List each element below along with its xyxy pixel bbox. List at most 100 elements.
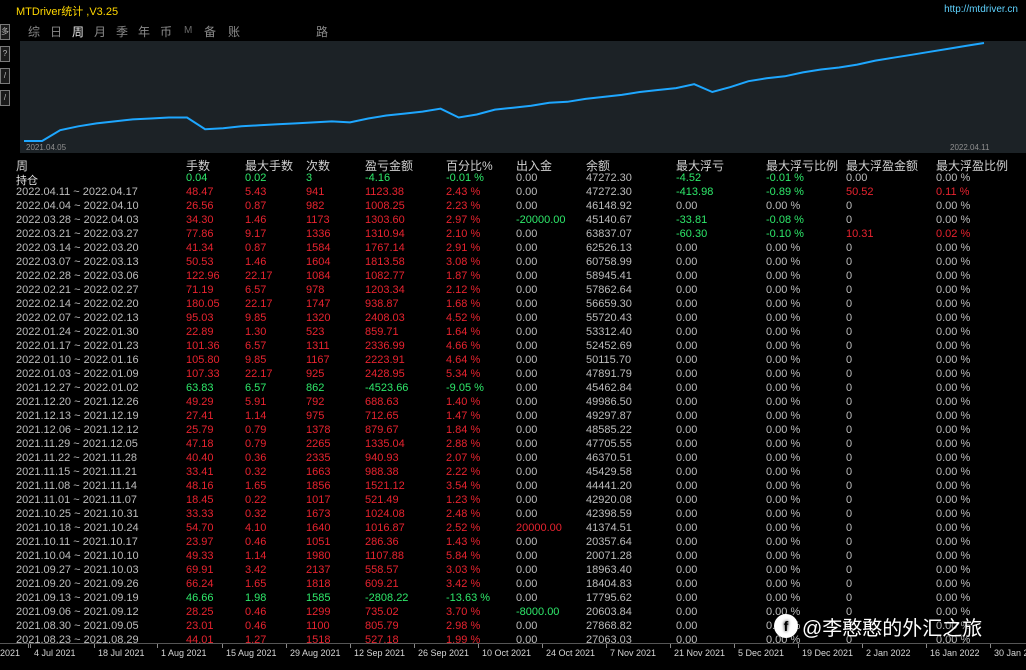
table-cell-lots: 48.47 — [186, 186, 214, 198]
table-cell-max_fp: 0 — [846, 466, 853, 478]
axis-tick-mark — [350, 644, 351, 648]
table-cell-max_fp_pct: 0.00 % — [936, 424, 971, 436]
table-cell-max_lots: 5.43 — [245, 186, 267, 198]
table-cell-max_fp_pct: 0.00 % — [936, 494, 971, 506]
table-cell-max_dd: 0.00 — [676, 634, 698, 643]
table-cell-max_dd: -4.52 — [676, 172, 702, 184]
table-cell-pct: 2.97 % — [446, 214, 481, 226]
table-cell-balance: 60758.99 — [586, 256, 632, 268]
table-cell-count: 1320 — [306, 312, 331, 324]
table-cell-io: 0.00 — [516, 620, 538, 632]
table-cell-week: 2022.02.07 ~ 2022.02.13 — [16, 312, 139, 324]
left-toolbar-button[interactable]: ? — [0, 46, 10, 62]
left-toolbar-button[interactable]: 多 — [0, 24, 10, 40]
table-cell-max_lots: 4.10 — [245, 522, 267, 534]
table-cell-pnl: 1813.58 — [365, 256, 405, 268]
axis-tick-label: 4 Jul 2021 — [34, 648, 76, 658]
tab-0[interactable]: 综 — [28, 23, 40, 40]
table-cell-lots: 107.33 — [186, 368, 220, 380]
tab-8[interactable]: 备 — [204, 23, 216, 40]
table-cell-pct: -0.01 % — [446, 172, 484, 184]
table-cell-balance: 50115.70 — [586, 354, 632, 366]
table-cell-week: 2021.09.27 ~ 2021.10.03 — [16, 564, 139, 576]
table-cell-max_fp_pct: 0.00 % — [936, 508, 971, 520]
app-title: MTDriver统计 ,V3.25 — [16, 6, 119, 18]
table-cell-max_dd_pct: 0.00 % — [766, 410, 801, 422]
axis-tick-mark — [157, 644, 158, 648]
table-cell-max_lots: 1.46 — [245, 214, 267, 226]
left-toolbar-button[interactable]: / — [0, 68, 10, 84]
table-cell-lots: 23.97 — [186, 536, 214, 548]
tab-2[interactable]: 周 — [72, 23, 84, 40]
table-cell-lots: 49.29 — [186, 396, 214, 408]
table-cell-max_dd_pct: 0.00 % — [766, 522, 801, 534]
tab-3[interactable]: 月 — [94, 23, 106, 40]
table-cell-max_dd: 0.00 — [676, 550, 698, 562]
table-cell-max_fp: 0 — [846, 494, 853, 506]
table-cell-pnl: 1016.87 — [365, 522, 405, 534]
app-url-link[interactable]: http://mtdriver.cn — [944, 4, 1018, 15]
table-cell-max_dd_pct: 0.00 % — [766, 592, 801, 604]
axis-tick-label: 19 Dec 2021 — [802, 648, 854, 658]
table-cell-count: 1100 — [306, 620, 330, 632]
table-cell-lots: 101.36 — [186, 340, 220, 352]
table-cell-max_lots: 9.17 — [245, 228, 267, 240]
table-cell-io: 0.00 — [516, 564, 538, 576]
equity-curve-line — [24, 42, 985, 142]
table-cell-week: 2022.03.28 ~ 2022.04.03 — [16, 214, 139, 226]
tab-6[interactable]: 币 — [160, 23, 172, 40]
table-cell-lots: 54.70 — [186, 522, 214, 534]
table-cell-balance: 42920.08 — [586, 494, 632, 506]
table-cell-max_fp: 0 — [846, 592, 853, 604]
table-cell-max_dd_pct: 0.00 % — [766, 368, 801, 380]
table-cell-balance: 46148.92 — [586, 200, 632, 212]
tab-4[interactable]: 季 — [116, 23, 128, 40]
table-cell-io: 0.00 — [516, 494, 538, 506]
table-cell-pct: 4.66 % — [446, 340, 481, 352]
table-cell-max_fp_pct: 0.00 % — [936, 270, 971, 282]
table-cell-max_lots: 9.85 — [245, 312, 267, 324]
table-cell-io: 0.00 — [516, 634, 538, 643]
table-cell-max_lots: 1.27 — [245, 634, 267, 643]
table-cell-count: 982 — [306, 200, 325, 212]
table-cell-balance: 47705.55 — [586, 438, 632, 450]
table-cell-max_dd: 0.00 — [676, 312, 698, 324]
table-cell-count: 523 — [306, 326, 325, 338]
table-cell-pct: 2.10 % — [446, 228, 481, 240]
table-cell-max_lots: 9.85 — [245, 354, 267, 366]
table-cell-max_lots: 1.14 — [245, 550, 267, 562]
table-cell-max_dd_pct: 0.00 % — [766, 466, 801, 478]
table-cell-count: 3 — [306, 172, 313, 184]
table-cell-pct: 3.54 % — [446, 480, 481, 492]
table-cell-max_fp_pct: 0.00 % — [936, 284, 971, 296]
table-cell-max_dd_pct: -0.10 % — [766, 228, 804, 240]
table-cell-max_fp_pct: 0.00 % — [936, 410, 971, 422]
table-cell-week: 2021.11.22 ~ 2021.11.28 — [16, 452, 138, 464]
table-cell-count: 925 — [306, 368, 325, 380]
tab-7[interactable]: M — [184, 25, 192, 36]
table-cell-week: 2022.01.17 ~ 2022.01.23 — [16, 340, 139, 352]
table-cell-count: 1336 — [306, 228, 331, 240]
table-cell-max_fp: 0 — [846, 326, 853, 338]
table-cell-pct: 2.43 % — [446, 186, 481, 198]
table-cell-max_dd: 0.00 — [676, 200, 698, 212]
table-cell-pct: 3.03 % — [446, 564, 481, 576]
table-cell-max_lots: 5.91 — [245, 396, 267, 408]
table-cell-week: 2022.02.21 ~ 2022.02.27 — [16, 284, 139, 296]
left-toolbar-button[interactable]: / — [0, 90, 10, 106]
table-cell-count: 1585 — [306, 592, 331, 604]
table-cell-week: 2021.11.08 ~ 2021.11.14 — [16, 480, 138, 492]
table-cell-io: 0.00 — [516, 200, 538, 212]
tab-1[interactable]: 日 — [50, 23, 62, 40]
table-cell-max_dd: 0.00 — [676, 536, 698, 548]
table-cell-max_dd_pct: 0.00 % — [766, 396, 801, 408]
table-cell-lots: 47.18 — [186, 438, 214, 450]
tab-5[interactable]: 年 — [138, 23, 150, 40]
axis-tick-mark — [286, 644, 287, 648]
table-cell-io: 0.00 — [516, 186, 538, 198]
table-cell-max_fp: 0 — [846, 564, 853, 576]
table-cell-week: 2021.10.25 ~ 2021.10.31 — [16, 508, 139, 520]
table-cell-balance: 47891.79 — [586, 368, 632, 380]
table-cell-max_lots: 6.57 — [245, 340, 267, 352]
axis-tick-label: 2 Jan 2022 — [866, 648, 911, 658]
